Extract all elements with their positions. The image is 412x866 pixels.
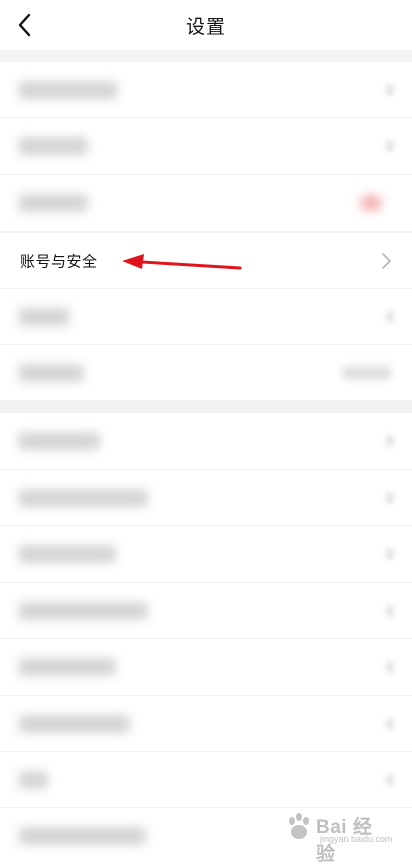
account-security-label: 账号与安全: [20, 253, 98, 270]
blurred-label: [18, 363, 84, 382]
settings-row-blurred[interactable]: [0, 345, 412, 401]
settings-row-blurred[interactable]: [0, 62, 412, 118]
blurred-chevron-icon: [386, 604, 394, 617]
blurred-label: [18, 194, 88, 212]
blurred-chevron-icon: [386, 491, 394, 504]
page-title: 设置: [185, 17, 226, 38]
settings-row-blurred[interactable]: [0, 583, 412, 639]
blurred-chevron-icon: [386, 310, 394, 323]
header-bar: 设置: [0, 0, 412, 50]
blurred-label: [18, 827, 146, 845]
blurred-label: [18, 658, 116, 676]
section-divider: [0, 401, 412, 413]
blurred-chevron-icon: [386, 661, 394, 673]
blurred-chevron-icon: [386, 773, 394, 786]
blurred-chevron-icon: [386, 717, 394, 730]
paw-icon: [289, 813, 309, 839]
blurred-label: [18, 307, 70, 326]
settings-row-blurred[interactable]: [0, 639, 412, 696]
annotation-arrow-icon: [122, 254, 242, 270]
blurred-chevron-icon: [386, 435, 394, 447]
blurred-label: [18, 601, 148, 620]
blurred-label: [18, 714, 130, 733]
settings-row-blurred[interactable]: [0, 696, 412, 752]
settings-row-blurred[interactable]: [0, 175, 412, 232]
settings-row-blurred[interactable]: [0, 289, 412, 345]
settings-row-blurred[interactable]: [0, 752, 412, 808]
blurred-label: [18, 488, 148, 507]
blurred-chevron-icon: [386, 548, 394, 560]
blurred-value: [342, 365, 392, 380]
blurred-label: [18, 770, 48, 789]
section-divider: [0, 50, 412, 62]
blurred-label: [18, 432, 100, 450]
blurred-label: [18, 545, 116, 563]
blurred-label: [18, 137, 88, 155]
chevron-right-icon: [382, 252, 391, 269]
blurred-chevron-icon: [386, 140, 394, 152]
blurred-label: [18, 80, 118, 99]
settings-row-blurred[interactable]: [0, 118, 412, 175]
baidu-jingyan-watermark: Bai 经验 jingyan.baidu.com: [278, 810, 393, 865]
settings-row-blurred[interactable]: [0, 413, 412, 470]
blurred-chevron-icon: [386, 83, 394, 96]
settings-row-blurred[interactable]: [0, 470, 412, 526]
blurred-badge: [360, 195, 382, 211]
settings-row-blurred[interactable]: [0, 526, 412, 583]
watermark-subtext: jingyan.baidu.com: [320, 834, 393, 844]
